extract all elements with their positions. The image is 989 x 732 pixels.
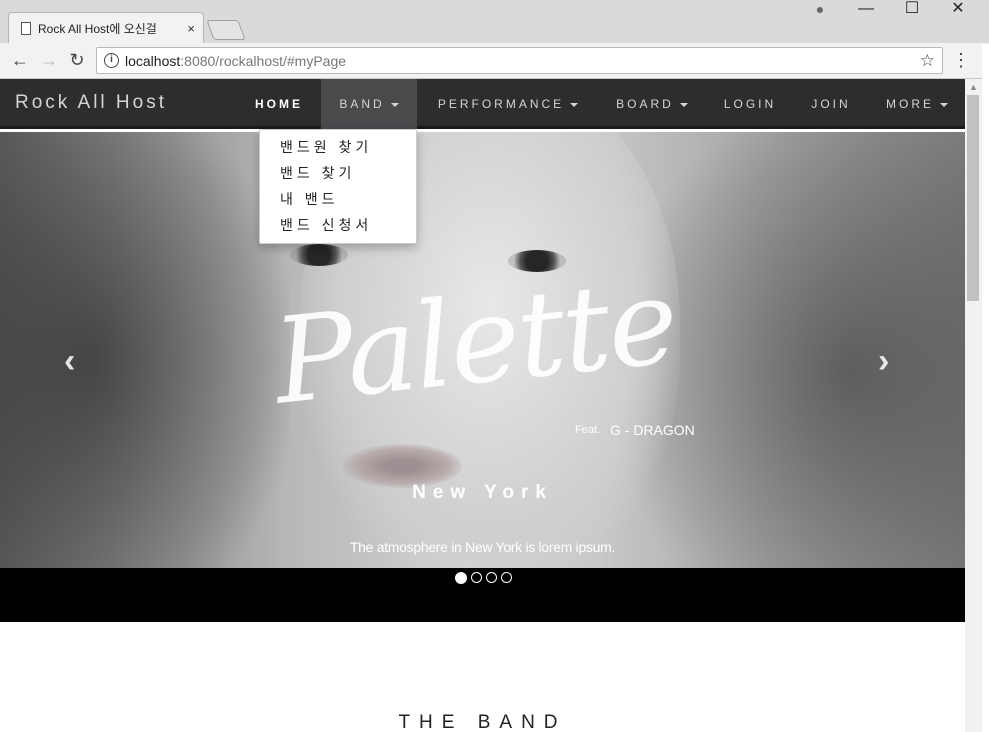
adjacent-window-edge	[982, 44, 989, 732]
caret-down-icon	[940, 102, 948, 107]
dropdown-item-find-members[interactable]: 밴드원 찾기	[260, 136, 416, 162]
caret-down-icon	[390, 102, 399, 107]
back-icon[interactable]: ←	[8, 49, 32, 71]
scroll-up-arrow-icon[interactable]: ▲	[969, 82, 978, 92]
web-page: Rock All Host HOME BAND PERFORMANCE BOAR…	[0, 79, 965, 732]
section-heading: THE BAND	[398, 712, 567, 732]
browser-menu-icon[interactable]: ⋮	[952, 50, 970, 71]
dropdown-item-find-band[interactable]: 밴드 찾기	[260, 162, 416, 188]
band-dropdown-menu: 밴드원 찾기 밴드 찾기 내 밴드 밴드 신청서	[259, 129, 417, 244]
minimize-button[interactable]: —	[846, 0, 886, 20]
portrait-eye-left	[290, 244, 348, 266]
carousel-caption-heading: New York	[412, 482, 553, 503]
carousel-caption-text: The atmosphere in New York is lorem ipsu…	[349, 539, 616, 555]
reload-icon[interactable]: ↻	[65, 49, 89, 71]
new-tab-button[interactable]	[206, 20, 246, 40]
hero-carousel: Palette Feat. G - DRAGON New York The at…	[0, 132, 965, 568]
browser-tab[interactable]: Rock All Host에 오신걸 ×	[8, 12, 204, 43]
tab-close-icon[interactable]: ×	[187, 21, 195, 36]
caret-down-icon	[570, 102, 579, 107]
carousel-indicator-3[interactable]	[486, 572, 497, 583]
bookmark-star-icon[interactable]: ☆	[920, 51, 935, 71]
browser-titlebar: Rock All Host에 오신걸 × ● — ☐ ✕	[0, 0, 989, 44]
caret-down-icon	[679, 102, 688, 107]
dropdown-item-band-application[interactable]: 밴드 신청서	[260, 214, 416, 240]
nav-join[interactable]: JOIN	[796, 79, 866, 129]
page-icon	[21, 21, 31, 35]
page-scrollbar[interactable]: ▲	[965, 79, 982, 732]
forward-icon[interactable]: →	[37, 49, 61, 71]
address-bar[interactable]: i localhost :8080/rockalhost/#myPage ☆	[96, 47, 943, 74]
carousel-indicator-2[interactable]	[471, 572, 482, 583]
carousel-indicator-4[interactable]	[501, 572, 512, 583]
feat-label: Feat.	[575, 424, 601, 436]
carousel-indicators	[455, 572, 512, 584]
maximize-button[interactable]: ☐	[892, 0, 932, 20]
nav-more[interactable]: MORE	[872, 79, 962, 129]
brand-logo[interactable]: Rock All Host	[15, 92, 167, 114]
feat-artist: G - DRAGON	[610, 422, 695, 438]
carousel-next-chevron-icon[interactable]: ›	[878, 342, 889, 381]
dropdown-item-my-band[interactable]: 내 밴드	[260, 188, 416, 214]
profile-icon[interactable]: ●	[800, 0, 840, 20]
close-window-button[interactable]: ✕	[938, 0, 978, 20]
site-navbar: Rock All Host HOME BAND PERFORMANCE BOAR…	[0, 79, 965, 129]
browser-toolbar: ← → ↻ i localhost :8080/rockalhost/#myPa…	[0, 43, 989, 79]
tab-title: Rock All Host에 오신걸	[38, 21, 157, 36]
nav-login[interactable]: LOGIN	[710, 79, 790, 129]
carousel-prev-chevron-icon[interactable]: ‹	[64, 342, 75, 381]
carousel-indicator-1[interactable]	[455, 572, 467, 584]
nav-board[interactable]: BOARD	[602, 79, 702, 129]
site-info-icon[interactable]: i	[104, 53, 119, 68]
nav-band[interactable]: BAND	[321, 79, 417, 129]
scrollbar-thumb[interactable]	[967, 95, 979, 301]
nav-home[interactable]: HOME	[238, 79, 320, 129]
url-path: :8080/rockalhost/#myPage	[180, 52, 347, 69]
url-host: localhost	[125, 52, 181, 69]
nav-performance[interactable]: PERFORMANCE	[420, 79, 596, 129]
